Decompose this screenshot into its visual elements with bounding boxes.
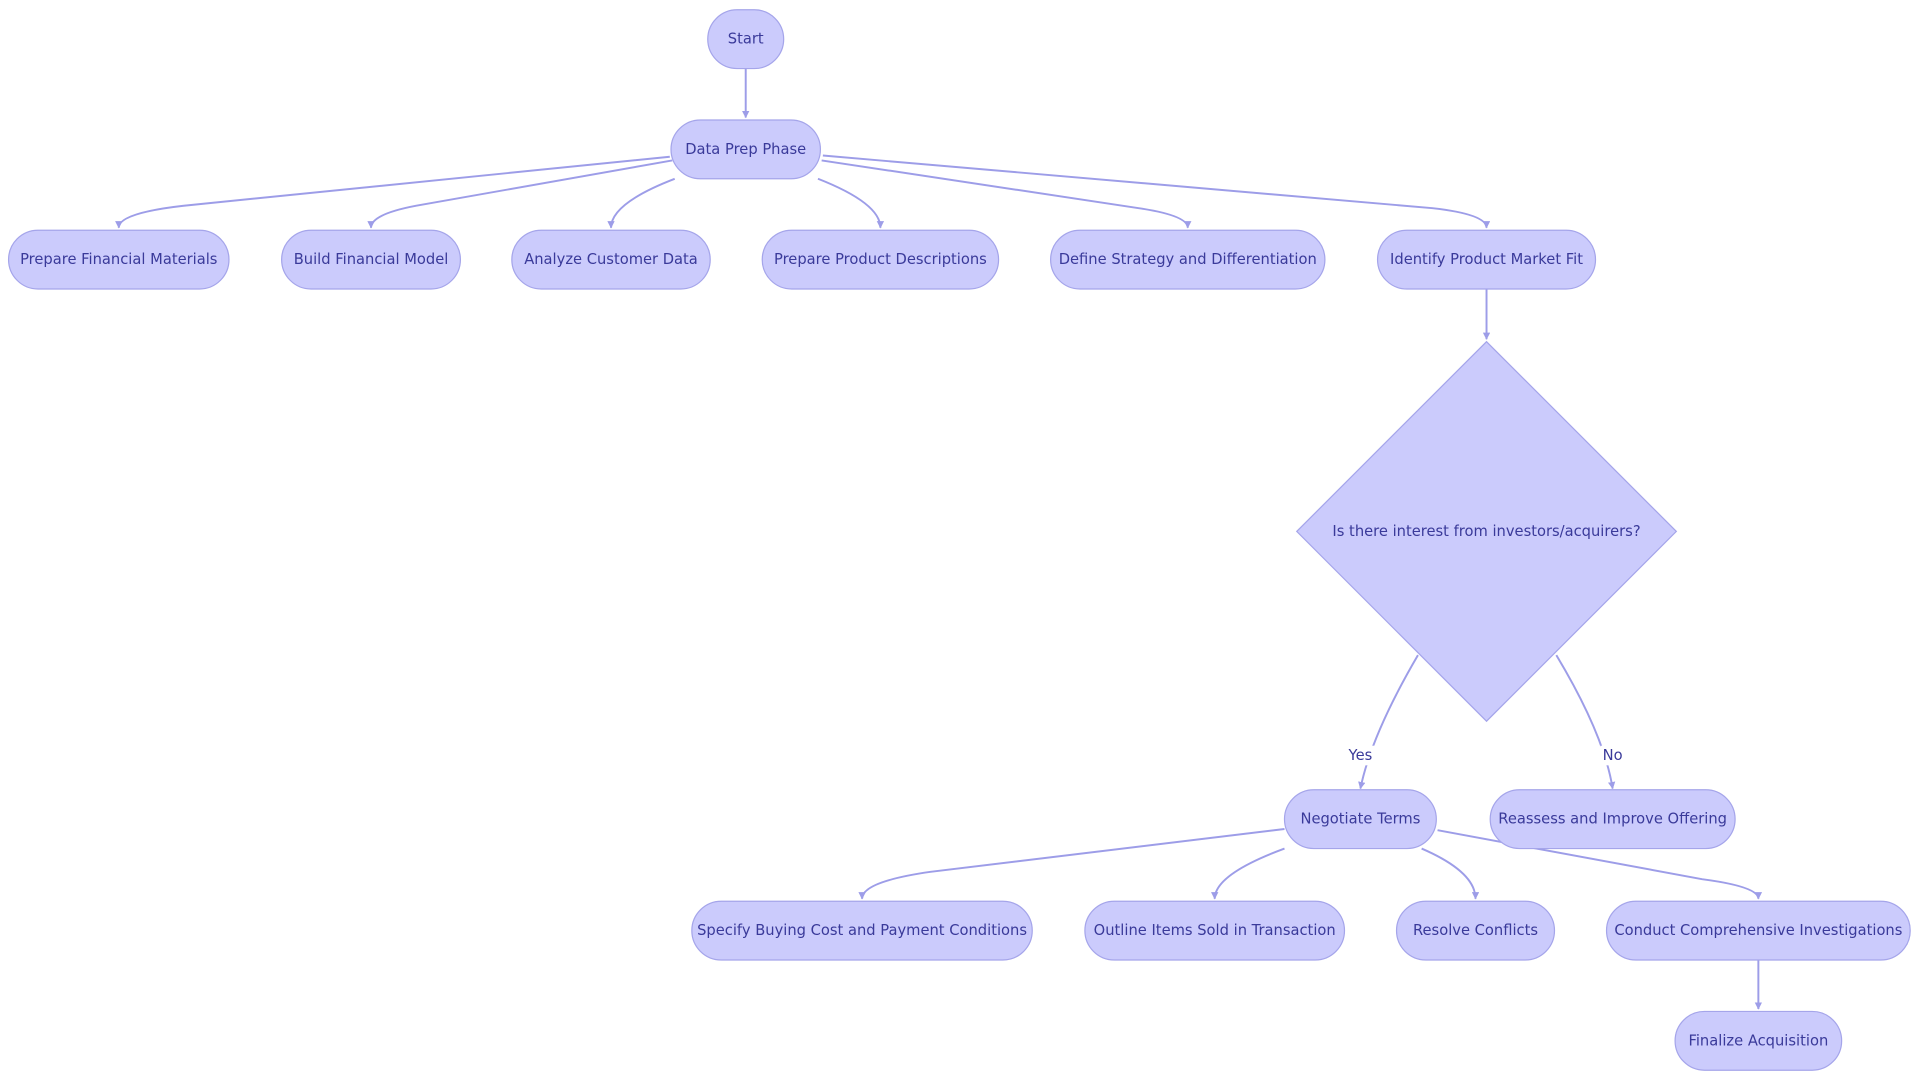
node-label: Prepare Financial Materials <box>20 251 217 268</box>
node-label: Is there interest from investors/acquire… <box>1332 523 1640 540</box>
edge-label-yes: Yes <box>1348 747 1373 764</box>
edge-negotiate-to-items <box>1211 847 1285 900</box>
edge-interest-to-negotiate <box>1358 654 1419 790</box>
edge-prep-to-fin_model <box>367 159 673 229</box>
node-prep[interactable]: Data Prep Phase <box>670 119 822 180</box>
edge-prep-to-prod_desc <box>817 177 885 229</box>
node-label: Reassess and Improve Offering <box>1498 811 1727 828</box>
node-fin-mat[interactable]: Prepare Financial Materials <box>7 229 230 290</box>
node-label: Finalize Acquisition <box>1688 1032 1828 1049</box>
node-items[interactable]: Outline Items Sold in Transaction <box>1084 900 1346 961</box>
node-start[interactable]: Start <box>707 9 785 70</box>
node-label: Data Prep Phase <box>685 141 806 158</box>
node-investigate[interactable]: Conduct Comprehensive Investigations <box>1605 900 1911 961</box>
node-label: Outline Items Sold in Transaction <box>1094 922 1336 939</box>
edge-prep-to-fin_mat <box>115 155 670 229</box>
node-label: Build Financial Model <box>294 251 449 268</box>
edge-interest-to-reassess <box>1555 654 1616 790</box>
node-cust[interactable]: Analyze Customer Data <box>511 229 711 290</box>
node-label: Identify Product Market Fit <box>1390 251 1583 268</box>
node-label: Prepare Product Descriptions <box>774 251 987 268</box>
node-interest[interactable]: Is there interest from investors/acquire… <box>1295 340 1678 723</box>
node-prod-desc[interactable]: Prepare Product Descriptions <box>761 229 1000 290</box>
node-finalize[interactable]: Finalize Acquisition <box>1674 1010 1843 1071</box>
node-conflicts[interactable]: Resolve Conflicts <box>1395 900 1556 961</box>
node-label: Negotiate Terms <box>1300 811 1420 828</box>
node-label: Start <box>728 31 764 48</box>
node-label: Define Strategy and Differentiation <box>1059 251 1317 268</box>
edge-negotiate-to-cost <box>858 828 1285 900</box>
edge-prep-to-pmf <box>822 154 1491 229</box>
node-negotiate[interactable]: Negotiate Terms <box>1283 789 1437 850</box>
edge-label-no: No <box>1603 747 1623 764</box>
flowchart-canvas: Yes No Start Data Prep Phase Prepare Financ… <box>7 9 1911 1071</box>
node-pmf[interactable]: Identify Product Market Fit <box>1376 229 1597 290</box>
node-label: Specify Buying Cost and Payment Conditio… <box>697 922 1027 939</box>
node-reassess[interactable]: Reassess and Improve Offering <box>1489 789 1736 850</box>
node-label: Conduct Comprehensive Investigations <box>1614 922 1902 939</box>
node-label: Analyze Customer Data <box>524 251 698 268</box>
node-label: Resolve Conflicts <box>1413 922 1538 939</box>
node-cost[interactable]: Specify Buying Cost and Payment Conditio… <box>691 900 1033 961</box>
node-fin-model[interactable]: Build Financial Model <box>281 229 462 290</box>
edge-negotiate-to-conflicts <box>1421 847 1480 900</box>
node-strategy[interactable]: Define Strategy and Differentiation <box>1050 229 1326 290</box>
edge-prep-to-cust <box>607 177 676 229</box>
